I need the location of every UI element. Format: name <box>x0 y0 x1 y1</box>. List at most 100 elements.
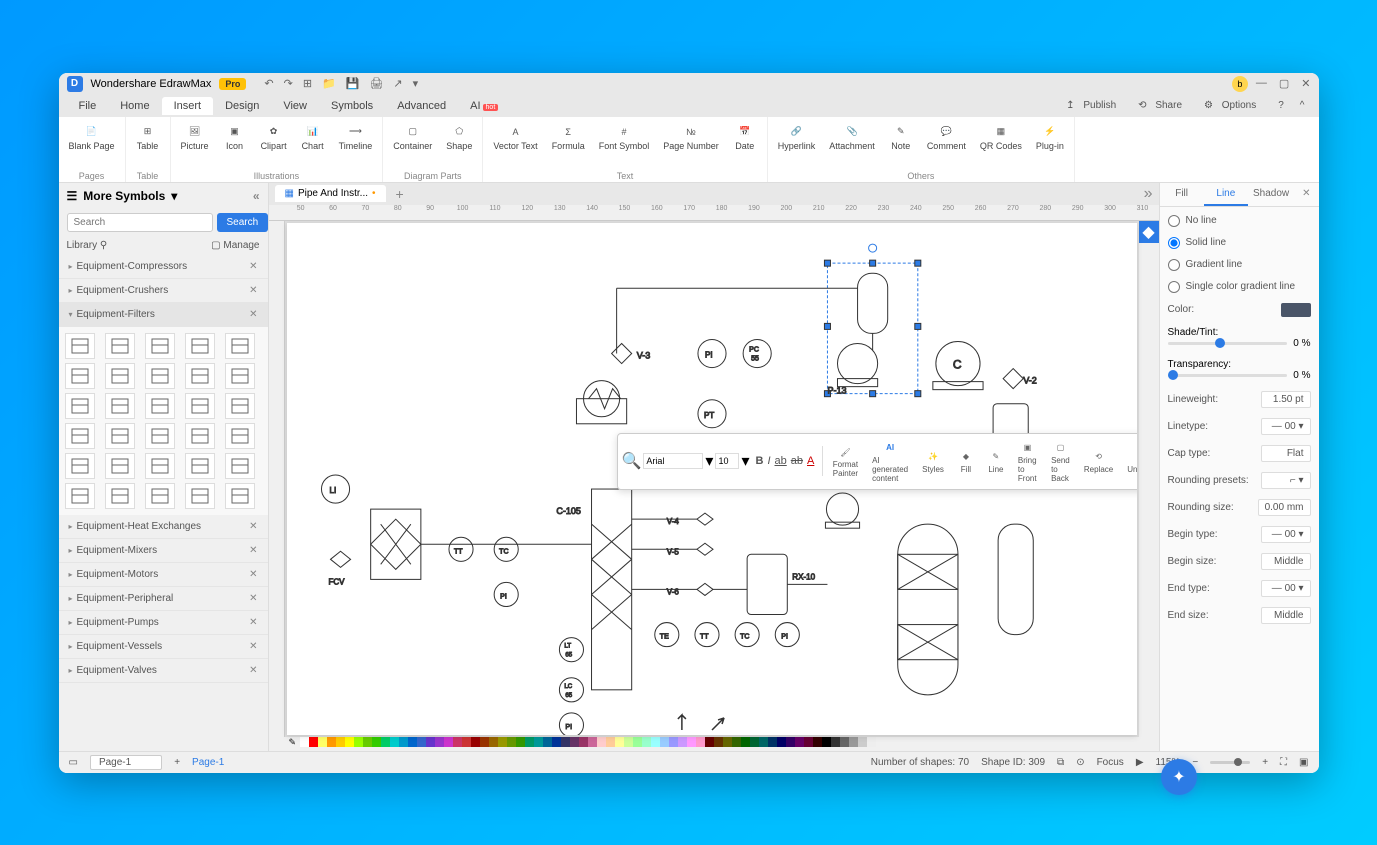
filter-shape-20[interactable] <box>65 453 95 479</box>
color-swatch[interactable] <box>507 737 516 747</box>
library-label[interactable]: Library ⚲ <box>67 240 108 251</box>
close-button[interactable]: ✕ <box>1301 77 1310 90</box>
page-view-icon[interactable]: ▭ <box>69 757 78 768</box>
filter-shape-29[interactable] <box>225 483 255 509</box>
beginsize-select[interactable]: Middle <box>1261 553 1311 570</box>
filter-shape-2[interactable] <box>145 333 175 359</box>
fill-tab[interactable]: Fill <box>1160 183 1204 206</box>
color-swatch[interactable] <box>822 737 831 747</box>
color-swatch[interactable] <box>552 737 561 747</box>
new-button[interactable]: ⊞ <box>303 77 312 90</box>
filter-shape-28[interactable] <box>185 483 215 509</box>
color-swatch[interactable] <box>714 737 723 747</box>
color-swatch[interactable] <box>687 737 696 747</box>
qr-button[interactable]: ▦QR Codes <box>974 119 1028 170</box>
color-swatch[interactable] <box>534 737 543 747</box>
blank-page-button[interactable]: 📄Blank Page <box>63 119 121 170</box>
color-swatch[interactable] <box>660 737 669 747</box>
color-swatch[interactable] <box>543 737 552 747</box>
filter-shape-24[interactable] <box>225 453 255 479</box>
zoom-slider[interactable] <box>1210 761 1250 764</box>
filter-shape-26[interactable] <box>105 483 135 509</box>
table-button[interactable]: ⊞Table <box>130 119 166 170</box>
color-swatch[interactable] <box>624 737 633 747</box>
collapse-ribbon[interactable]: ^ <box>1294 98 1311 113</box>
search-icon[interactable]: 🔍 <box>622 451 642 471</box>
add-page-button[interactable]: + <box>174 757 180 768</box>
color-swatch[interactable] <box>516 737 525 747</box>
qat-more[interactable]: ▾ <box>413 77 419 90</box>
send-back-button[interactable]: ▢Send to Back <box>1045 438 1076 485</box>
color-swatch[interactable] <box>651 737 660 747</box>
color-swatch[interactable] <box>390 737 399 747</box>
color-swatch[interactable] <box>840 737 849 747</box>
noline-radio[interactable]: No line <box>1168 215 1311 227</box>
close-panel-icon[interactable]: ✕ <box>1294 183 1318 206</box>
publish-button[interactable]: ↥ Publish <box>1060 98 1128 113</box>
bold-button[interactable]: B <box>755 455 763 467</box>
filter-shape-23[interactable] <box>185 453 215 479</box>
zoom-in[interactable]: + <box>1262 757 1268 768</box>
tab-home[interactable]: Home <box>108 97 161 115</box>
color-swatch[interactable] <box>588 737 597 747</box>
category-equipmentcrushers[interactable]: ▸Equipment-Crushers✕ <box>59 279 268 303</box>
category-equipmentvessels[interactable]: ▸Equipment-Vessels✕ <box>59 635 268 659</box>
category-equipmentpumps[interactable]: ▸Equipment-Pumps✕ <box>59 611 268 635</box>
category-equipmentmotors[interactable]: ▸Equipment-Motors✕ <box>59 563 268 587</box>
color-swatch[interactable] <box>723 737 732 747</box>
category-equipmentheatexchanges[interactable]: ▸Equipment-Heat Exchanges✕ <box>59 515 268 539</box>
print-button[interactable]: 🖨 <box>369 77 383 90</box>
filter-shape-16[interactable] <box>105 423 135 449</box>
ai-content-button[interactable]: AIAI generated content <box>866 438 914 485</box>
color-swatch[interactable] <box>408 737 417 747</box>
page-link[interactable]: Page-1 <box>192 757 224 768</box>
color-swatch[interactable] <box>813 737 822 747</box>
clipart-button[interactable]: ✿Clipart <box>255 119 293 170</box>
gradientline-radio[interactable]: Gradient line <box>1168 259 1311 271</box>
color-swatch[interactable] <box>561 737 570 747</box>
color-swatch[interactable] <box>363 737 372 747</box>
timeline-button[interactable]: ⟶Timeline <box>333 119 379 170</box>
color-swatch[interactable] <box>777 737 786 747</box>
pagenumber-button[interactable]: №Page Number <box>657 119 725 170</box>
line-tab[interactable]: Line <box>1204 183 1248 206</box>
color-swatch[interactable] <box>525 737 534 747</box>
color-swatch[interactable] <box>750 737 759 747</box>
color-swatch[interactable] <box>633 737 642 747</box>
play-icon[interactable]: ▶ <box>1136 757 1144 768</box>
hyperlink-button[interactable]: 🔗Hyperlink <box>772 119 822 170</box>
format-painter-button[interactable]: 🖌Format Painter <box>827 442 864 480</box>
line-button[interactable]: ✎Line <box>982 447 1010 476</box>
ungroup-button[interactable]: ⊟Ungroup <box>1121 447 1136 476</box>
attachment-button[interactable]: 📎Attachment <box>823 119 881 170</box>
picture-button[interactable]: 🖼Picture <box>175 119 215 170</box>
focus-icon[interactable]: ⊙ <box>1076 757 1084 768</box>
filter-shape-3[interactable] <box>185 333 215 359</box>
category-equipmentperipheral[interactable]: ▸Equipment-Peripheral✕ <box>59 587 268 611</box>
color-swatch[interactable] <box>867 737 876 747</box>
document-tab[interactable]: ▦ Pipe And Instr... • <box>275 185 386 202</box>
tab-ai[interactable]: AIhot <box>458 97 510 115</box>
bring-front-button[interactable]: ▣Bring to Front <box>1012 438 1043 485</box>
tab-advanced[interactable]: Advanced <box>385 97 458 115</box>
tab-file[interactable]: File <box>67 97 109 115</box>
chart-button[interactable]: 📊Chart <box>295 119 331 170</box>
strike-button[interactable]: ab <box>791 455 803 467</box>
rounding-select[interactable]: ⌐ ▾ <box>1261 472 1311 489</box>
color-swatch[interactable] <box>786 737 795 747</box>
size-dd[interactable]: ▾ <box>741 451 749 471</box>
color-swatch[interactable] <box>354 737 363 747</box>
color-swatch[interactable] <box>327 737 336 747</box>
fullscreen-icon[interactable]: ▣ <box>1299 757 1308 768</box>
color-swatch[interactable] <box>597 737 606 747</box>
user-avatar[interactable]: b <box>1232 76 1248 92</box>
color-swatch[interactable] <box>417 737 426 747</box>
linetype-select[interactable]: — 00 ▾ <box>1261 418 1311 435</box>
category-equipmentmixers[interactable]: ▸Equipment-Mixers✕ <box>59 539 268 563</box>
category-equipmentfilters[interactable]: ▾Equipment-Filters✕ <box>59 303 268 327</box>
color-swatch[interactable] <box>804 737 813 747</box>
solidline-radio[interactable]: Solid line <box>1168 237 1311 249</box>
color-swatch[interactable] <box>381 737 390 747</box>
shape-button[interactable]: ⬠Shape <box>440 119 478 170</box>
color-swatch[interactable] <box>399 737 408 747</box>
